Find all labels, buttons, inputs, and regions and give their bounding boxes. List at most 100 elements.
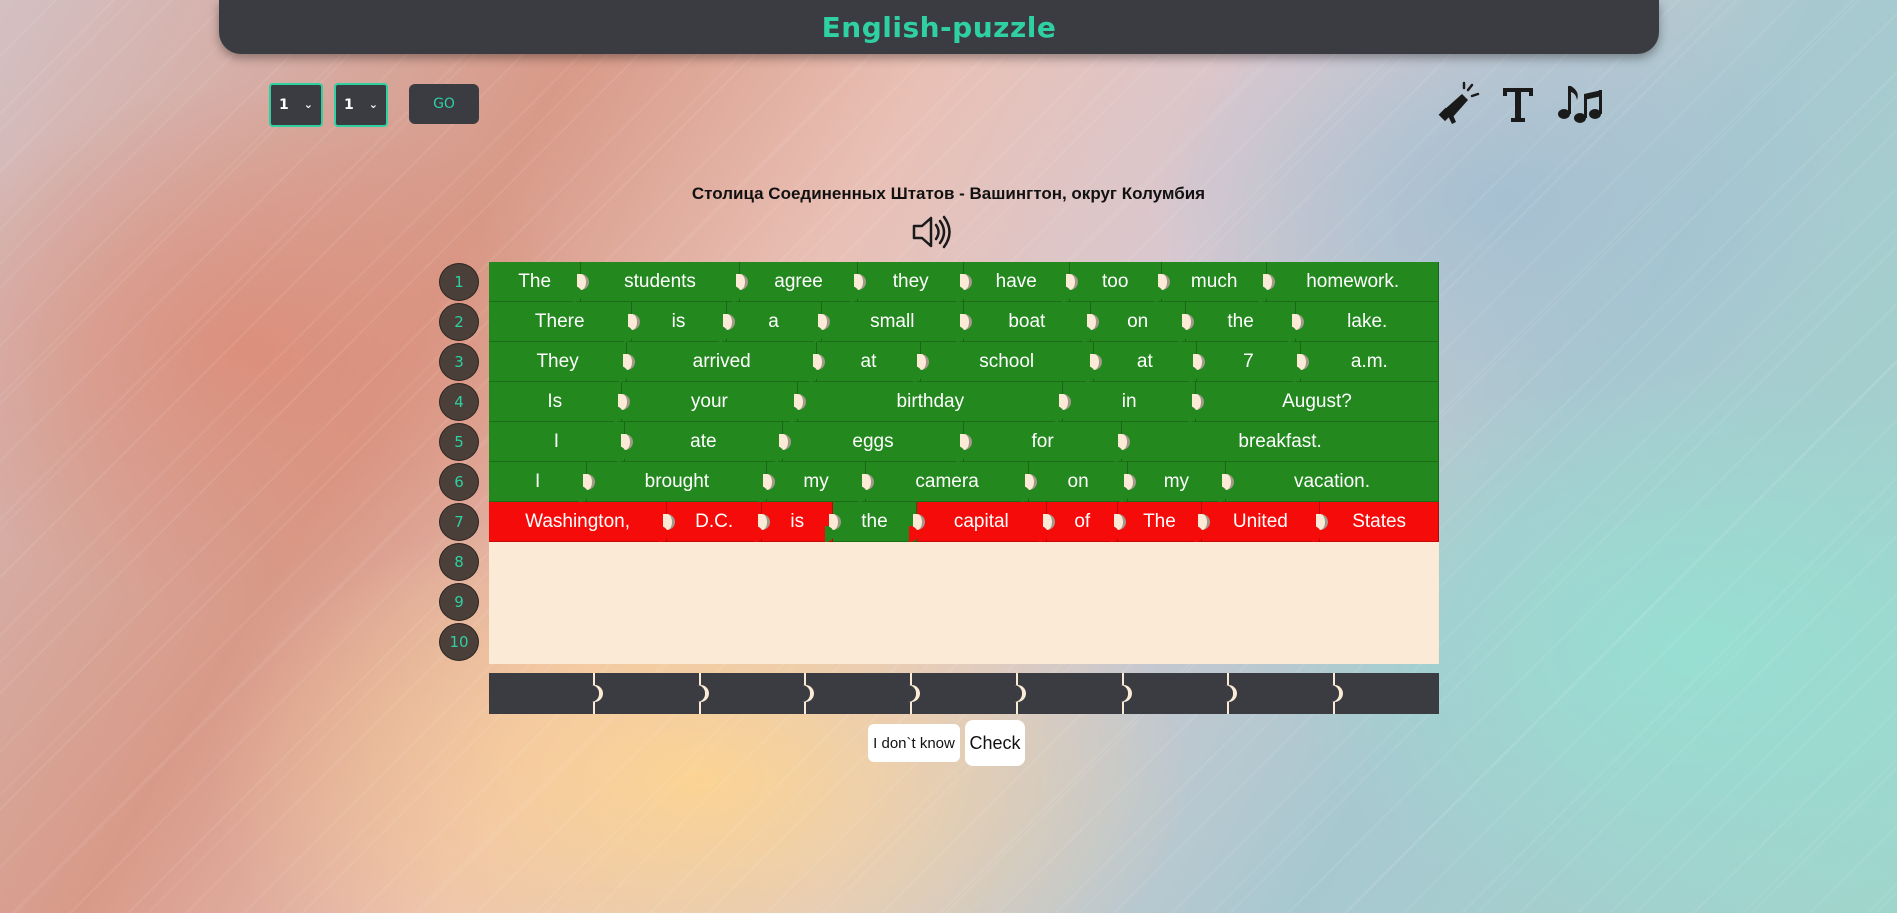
empty-piece-slot[interactable] bbox=[1119, 673, 1230, 714]
word-piece[interactable]: small bbox=[813, 302, 964, 342]
word-piece[interactable]: The bbox=[1110, 502, 1202, 542]
word-piece[interactable]: too bbox=[1061, 262, 1162, 302]
word-piece[interactable]: capital bbox=[908, 502, 1048, 542]
word-piece[interactable]: eggs bbox=[775, 422, 964, 462]
empty-piece-slot[interactable] bbox=[1225, 673, 1336, 714]
word-piece[interactable]: at bbox=[1085, 342, 1198, 382]
word-label: in bbox=[1121, 390, 1137, 412]
word-piece[interactable]: I bbox=[489, 462, 588, 502]
puzzle-tab bbox=[590, 685, 603, 702]
empty-piece-slot[interactable] bbox=[908, 673, 1018, 714]
word-piece[interactable]: on bbox=[1021, 462, 1128, 502]
puzzle-tab-fill bbox=[613, 406, 623, 422]
puzzle-tab-fill bbox=[850, 286, 860, 302]
puzzle-tab-fill bbox=[857, 486, 867, 502]
word-piece[interactable]: vacation. bbox=[1218, 462, 1439, 502]
music-notes-icon[interactable] bbox=[1555, 80, 1603, 128]
word-piece[interactable]: school bbox=[912, 342, 1094, 382]
word-piece[interactable]: the bbox=[825, 502, 917, 542]
word-piece[interactable]: the bbox=[1177, 302, 1297, 342]
word-piece[interactable]: students bbox=[573, 262, 740, 302]
puzzle-tab-fill bbox=[1119, 685, 1128, 702]
word-label: for bbox=[1031, 430, 1054, 452]
word-piece[interactable]: birthday bbox=[790, 382, 1064, 422]
puzzle-tab-fill bbox=[619, 366, 629, 382]
word-label: capital bbox=[953, 510, 1009, 532]
word-piece[interactable]: boat bbox=[956, 302, 1091, 342]
word-label: camera bbox=[915, 470, 979, 492]
word-piece[interactable]: brought bbox=[579, 462, 768, 502]
sentence-row: They arrived at school at 7 a.m. bbox=[489, 342, 1439, 382]
word-piece[interactable]: Washington, bbox=[489, 502, 668, 542]
puzzle-tab-fill bbox=[955, 446, 965, 462]
puzzle-tab-fill bbox=[1082, 326, 1092, 342]
chevron-down-icon: ⌄ bbox=[368, 98, 378, 111]
word-piece[interactable]: lake. bbox=[1288, 302, 1439, 342]
check-button[interactable]: Check bbox=[965, 720, 1025, 766]
word-piece[interactable]: The bbox=[489, 262, 582, 302]
word-piece[interactable]: is bbox=[623, 302, 727, 342]
word-piece[interactable]: on bbox=[1082, 302, 1186, 342]
word-piece[interactable]: a bbox=[718, 302, 822, 342]
go-button[interactable]: GO bbox=[409, 84, 479, 124]
megaphone-icon[interactable] bbox=[1434, 80, 1482, 128]
word-label: students bbox=[624, 270, 696, 292]
word-piece[interactable]: in bbox=[1055, 382, 1196, 422]
puzzle-tab bbox=[1119, 685, 1132, 702]
word-label: a.m. bbox=[1350, 350, 1388, 372]
word-piece[interactable]: August? bbox=[1187, 382, 1439, 422]
puzzle-tab-fill bbox=[912, 366, 922, 382]
word-label: The bbox=[1143, 510, 1176, 532]
puzzle-tab-fill bbox=[1085, 366, 1095, 382]
puzzle-tab bbox=[908, 685, 921, 702]
word-piece[interactable]: United bbox=[1193, 502, 1321, 542]
empty-piece-slot[interactable] bbox=[590, 673, 701, 714]
word-label: agree bbox=[774, 270, 823, 292]
word-piece[interactable]: camera bbox=[857, 462, 1030, 502]
word-piece[interactable]: a.m. bbox=[1292, 342, 1439, 382]
word-piece[interactable]: Is bbox=[489, 382, 622, 422]
word-label: There bbox=[534, 310, 585, 332]
word-piece[interactable]: They bbox=[489, 342, 628, 382]
word-piece[interactable]: have bbox=[955, 262, 1070, 302]
empty-piece-slot[interactable] bbox=[1013, 673, 1124, 714]
row-number: 2 bbox=[439, 303, 479, 341]
empty-piece-slot[interactable] bbox=[696, 673, 807, 714]
word-label: Washington, bbox=[525, 510, 631, 532]
word-label: your bbox=[690, 390, 728, 412]
text-icon[interactable] bbox=[1494, 80, 1542, 128]
puzzle-tab bbox=[616, 434, 633, 462]
word-piece[interactable]: States bbox=[1312, 502, 1439, 542]
dont-know-button[interactable]: I don`t know bbox=[868, 724, 960, 762]
word-piece[interactable]: of bbox=[1039, 502, 1119, 542]
word-piece[interactable]: D.C. bbox=[659, 502, 763, 542]
word-piece[interactable]: for bbox=[955, 422, 1123, 462]
word-piece[interactable]: much bbox=[1153, 262, 1268, 302]
word-label: 7 bbox=[1243, 350, 1254, 372]
empty-piece-slot[interactable] bbox=[802, 673, 913, 714]
word-piece[interactable]: at bbox=[809, 342, 921, 382]
level-select[interactable]: 1 ⌄ bbox=[269, 83, 323, 127]
word-piece[interactable]: agree bbox=[731, 262, 859, 302]
word-piece[interactable]: arrived bbox=[619, 342, 818, 382]
word-piece[interactable]: my bbox=[1119, 462, 1227, 502]
puzzle-tab bbox=[619, 354, 636, 382]
word-piece[interactable]: 7 bbox=[1189, 342, 1301, 382]
word-piece[interactable]: There bbox=[489, 302, 632, 342]
word-piece[interactable]: I bbox=[489, 422, 625, 462]
word-piece[interactable]: is bbox=[754, 502, 834, 542]
speaker-icon[interactable] bbox=[911, 212, 955, 252]
word-piece[interactable]: your bbox=[613, 382, 799, 422]
word-piece[interactable]: ate bbox=[616, 422, 784, 462]
empty-piece-slot[interactable] bbox=[489, 673, 595, 714]
word-piece[interactable]: my bbox=[759, 462, 866, 502]
puzzle-tab-fill bbox=[1218, 486, 1228, 502]
word-piece[interactable]: breakfast. bbox=[1114, 422, 1439, 462]
puzzle-tab-fill bbox=[754, 526, 764, 542]
word-piece[interactable]: homework. bbox=[1259, 262, 1439, 302]
empty-piece-slot[interactable] bbox=[1331, 673, 1440, 714]
puzzle-tab-fill bbox=[1288, 326, 1298, 342]
word-piece[interactable]: they bbox=[850, 262, 964, 302]
page-select[interactable]: 1 ⌄ bbox=[334, 83, 388, 127]
puzzle-tab-fill bbox=[696, 685, 705, 702]
